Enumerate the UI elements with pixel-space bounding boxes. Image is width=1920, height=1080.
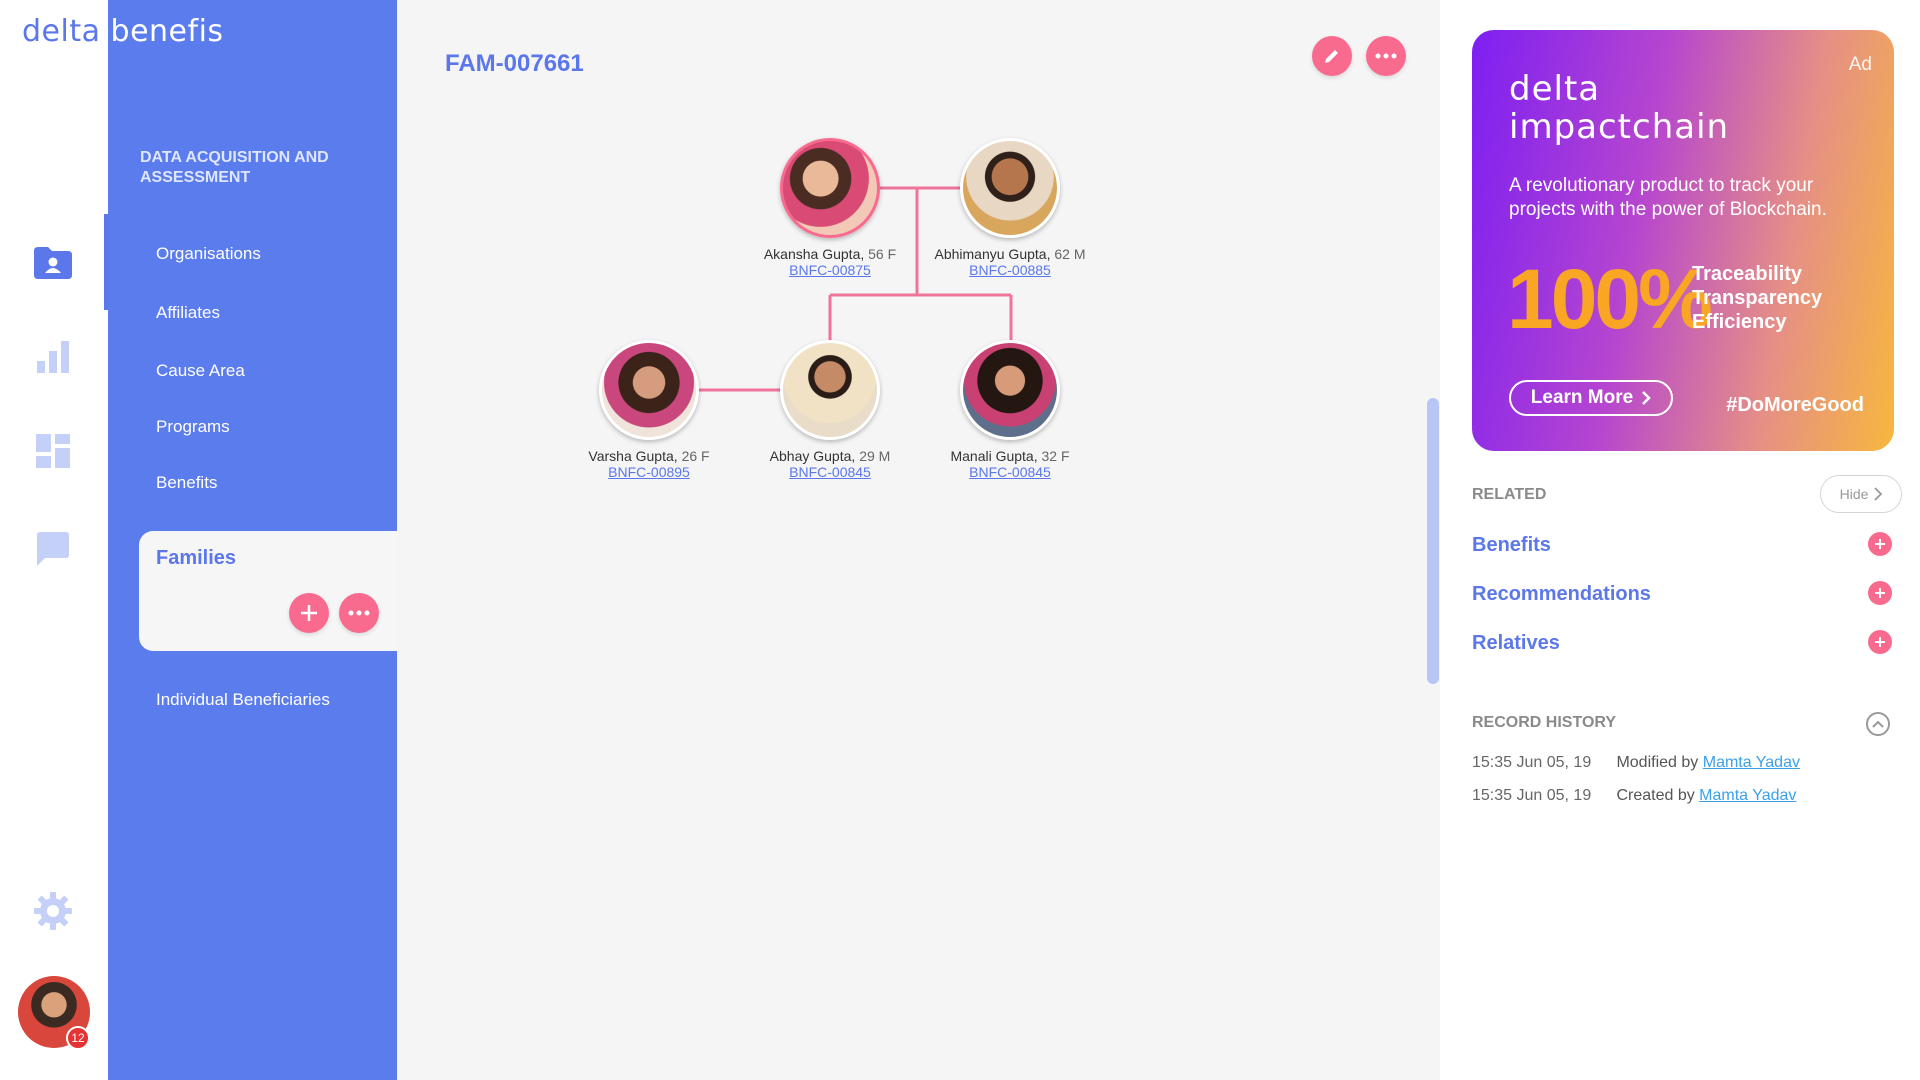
member-age-sex: 26 F bbox=[681, 448, 710, 464]
ad-feature: Efficiency bbox=[1692, 311, 1787, 333]
member-age-sex: 56 F bbox=[868, 246, 897, 262]
nav-item-affiliates[interactable]: Affiliates bbox=[156, 303, 220, 323]
ad-title-line1: delta bbox=[1509, 69, 1601, 109]
member-name: Abhay Gupta, bbox=[769, 448, 856, 464]
collapse-history-button[interactable] bbox=[1866, 712, 1890, 736]
member-age-sex: 62 M bbox=[1054, 246, 1086, 262]
member-age-sex: 29 M bbox=[859, 448, 891, 464]
related-relatives-link[interactable]: Relatives bbox=[1472, 632, 1560, 655]
nav-item-benefits[interactable]: Benefits bbox=[156, 473, 217, 493]
families-more-button[interactable] bbox=[339, 593, 379, 633]
ad-features: Traceability Transparency Efficiency bbox=[1692, 262, 1822, 334]
main-content: FAM-007661 Akansha Gupta, 56 F BNFC-0087… bbox=[397, 0, 1440, 1080]
member-name: Varsha Gupta, bbox=[588, 448, 678, 464]
dashboard-icon[interactable] bbox=[30, 428, 76, 474]
history-user-link[interactable]: Mamta Yadav bbox=[1699, 787, 1796, 804]
chevron-right-icon bbox=[1874, 487, 1883, 501]
ad-title: delta impactchain bbox=[1509, 70, 1729, 146]
history-user-link[interactable]: Mamta Yadav bbox=[1703, 754, 1800, 771]
history-time: 15:35 Jun 05, 19 bbox=[1472, 754, 1592, 771]
ad-feature: Transparency bbox=[1692, 287, 1823, 309]
nav-panel: DATA ACQUISITION AND ASSESSMENT Organisa… bbox=[108, 0, 397, 1080]
member-id-link[interactable]: BNFC-00845 bbox=[900, 464, 1120, 480]
record-history-title: RECORD HISTORY bbox=[1472, 714, 1617, 731]
bar-chart-icon[interactable] bbox=[30, 334, 76, 380]
main-scrollbar[interactable] bbox=[1427, 398, 1439, 684]
member-id-link[interactable]: BNFC-00885 bbox=[900, 262, 1120, 278]
ad-banner[interactable]: Ad delta impactchain A revolutionary pro… bbox=[1472, 30, 1894, 451]
member-name: Manali Gupta, bbox=[950, 448, 1038, 464]
learn-more-label: Learn More bbox=[1530, 387, 1634, 408]
nav-item-cause-area[interactable]: Cause Area bbox=[156, 361, 245, 381]
member-name-line: Manali Gupta, 32 F bbox=[900, 448, 1120, 464]
chat-icon[interactable] bbox=[30, 526, 76, 572]
plus-icon bbox=[1875, 539, 1885, 549]
related-title: RELATED bbox=[1472, 486, 1547, 503]
ad-hashtag: #DoMoreGood bbox=[1726, 394, 1864, 416]
family-member[interactable]: Abhimanyu Gupta, 62 M BNFC-00885 bbox=[900, 138, 1120, 278]
nav-item-families[interactable]: Families bbox=[139, 531, 397, 651]
history-row: 15:35 Jun 05, 19 Modified by Mamta Yadav bbox=[1472, 754, 1882, 772]
hide-related-button[interactable]: Hide bbox=[1820, 475, 1902, 513]
nav-item-individual-beneficiaries[interactable]: Individual Beneficiaries bbox=[156, 690, 330, 710]
settings-icon[interactable] bbox=[30, 888, 76, 934]
member-photo bbox=[599, 340, 699, 440]
nav-item-organisations[interactable]: Organisations bbox=[156, 244, 261, 264]
member-name: Akansha Gupta, bbox=[763, 246, 865, 262]
logo-part-delta: delta bbox=[22, 14, 101, 49]
add-relative-button[interactable] bbox=[1868, 630, 1892, 654]
add-benefit-button[interactable] bbox=[1868, 532, 1892, 556]
right-panel: Ad delta impactchain A revolutionary pro… bbox=[1440, 0, 1920, 1080]
ad-feature: Traceability bbox=[1692, 263, 1803, 285]
member-photo bbox=[780, 340, 880, 440]
family-member[interactable]: Manali Gupta, 32 F BNFC-00845 bbox=[900, 340, 1120, 480]
learn-more-button[interactable]: Learn More bbox=[1509, 380, 1673, 416]
logo-part-benefis: benefis bbox=[110, 14, 224, 49]
add-family-button[interactable] bbox=[289, 593, 329, 633]
member-photo bbox=[960, 138, 1060, 238]
member-photo bbox=[960, 340, 1060, 440]
hide-label: Hide bbox=[1839, 486, 1869, 502]
history-time: 15:35 Jun 05, 19 bbox=[1472, 787, 1592, 804]
history-row: 15:35 Jun 05, 19 Created by Mamta Yadav bbox=[1472, 787, 1882, 805]
history-action: Created by bbox=[1616, 787, 1695, 804]
member-name: Abhimanyu Gupta, bbox=[934, 246, 1051, 262]
plus-icon bbox=[301, 605, 317, 621]
ad-title-line2: impactchain bbox=[1509, 107, 1730, 147]
add-recommendation-button[interactable] bbox=[1868, 581, 1892, 605]
related-benefits-link[interactable]: Benefits bbox=[1472, 534, 1551, 557]
ad-description: A revolutionary product to track your pr… bbox=[1509, 175, 1827, 220]
chevron-right-icon bbox=[1642, 391, 1651, 405]
member-name-line: Abhimanyu Gupta, 62 M bbox=[900, 246, 1120, 262]
nav-section-title: DATA ACQUISITION AND ASSESSMENT bbox=[140, 149, 329, 186]
member-photo bbox=[780, 138, 880, 238]
chevron-up-icon bbox=[1872, 720, 1884, 728]
nav-item-families-label: Families bbox=[156, 547, 237, 569]
app-logo[interactable]: delta benefis bbox=[22, 14, 224, 49]
related-recommendations-link[interactable]: Recommendations bbox=[1472, 583, 1651, 606]
history-action: Modified by bbox=[1616, 754, 1699, 771]
ad-tag: Ad bbox=[1848, 54, 1872, 75]
plus-icon bbox=[1875, 588, 1885, 598]
more-dots-icon bbox=[348, 610, 370, 616]
nav-item-programs[interactable]: Programs bbox=[156, 417, 230, 437]
icon-rail: 12 bbox=[0, 0, 108, 1080]
ad-big-number: 100% bbox=[1507, 252, 1713, 346]
contacts-folder-icon[interactable] bbox=[30, 240, 76, 286]
member-age-sex: 32 F bbox=[1041, 448, 1070, 464]
plus-icon bbox=[1875, 637, 1885, 647]
notification-badge: 12 bbox=[66, 1026, 90, 1050]
